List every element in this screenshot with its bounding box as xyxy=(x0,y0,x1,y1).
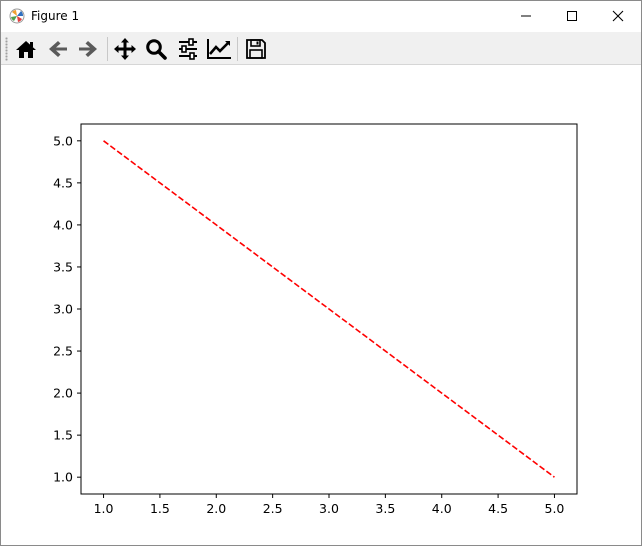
close-button[interactable] xyxy=(595,1,641,31)
edit-axis-icon xyxy=(207,39,231,59)
x-tick-label: 3.0 xyxy=(319,501,339,516)
figure-canvas[interactable]: 1.0 1.5 2.0 2.5 3.0 3.5 4.0 4.5 5.0 1.0 1.5 2.0 2.5 3… xyxy=(1,65,641,545)
x-tick-label: 3.5 xyxy=(375,501,395,516)
back-button[interactable] xyxy=(44,35,72,63)
title-bar[interactable]: Figure 1 xyxy=(1,1,641,31)
line-chart: 1.0 1.5 2.0 2.5 3.0 3.5 4.0 4.5 5.0 1.0 1.5 2.0 2.5 3… xyxy=(53,123,578,516)
y-tick-label: 1.5 xyxy=(53,428,73,443)
x-tick-label: 1.5 xyxy=(150,501,170,516)
y-tick-label: 4.0 xyxy=(53,217,73,232)
home-button[interactable] xyxy=(12,35,40,63)
toolbar-separator xyxy=(237,37,238,61)
x-tick-label: 2.5 xyxy=(263,501,283,516)
save-button[interactable] xyxy=(242,35,270,63)
y-tick-label: 4.5 xyxy=(53,175,73,190)
edit-axis-button[interactable] xyxy=(205,35,233,63)
toolbar-grip-handle[interactable] xyxy=(5,37,8,61)
y-tick-label: 2.5 xyxy=(53,344,73,359)
x-tick-label: 4.0 xyxy=(432,501,452,516)
y-tick-label: 1.0 xyxy=(53,470,73,485)
home-icon xyxy=(16,41,36,58)
x-tick-label: 1.0 xyxy=(94,501,114,516)
save-icon xyxy=(246,39,266,59)
pan-button[interactable] xyxy=(111,35,139,63)
x-tick-label: 5.0 xyxy=(545,501,565,516)
window-title: Figure 1 xyxy=(31,9,80,23)
pan-icon xyxy=(114,38,136,60)
y-tick-label: 5.0 xyxy=(53,133,73,148)
x-tick-label: 2.0 xyxy=(206,501,226,516)
maximize-button[interactable] xyxy=(549,1,595,31)
matplotlib-logo-icon xyxy=(9,8,25,24)
close-icon xyxy=(612,10,624,22)
zoom-button[interactable] xyxy=(142,35,170,63)
x-tick-label: 4.5 xyxy=(488,501,508,516)
zoom-icon xyxy=(146,39,167,60)
figure-window: Figure 1 1.0 1.5 2.0 2.5 3.0 3.5 4.0 4.5… xyxy=(0,0,642,546)
y-tick-label: 2.0 xyxy=(53,386,73,401)
configure-subplots-icon xyxy=(179,38,197,60)
y-tick-label: 3.5 xyxy=(53,259,73,274)
y-tick-label: 3.0 xyxy=(53,302,73,317)
back-arrow-icon xyxy=(49,41,67,57)
minimize-button[interactable] xyxy=(503,1,549,31)
forward-arrow-icon xyxy=(79,41,97,57)
navigation-toolbar xyxy=(1,32,641,65)
configure-subplots-button[interactable] xyxy=(174,35,202,63)
forward-button[interactable] xyxy=(74,35,102,63)
toolbar-separator xyxy=(107,37,108,61)
maximize-icon xyxy=(567,11,577,21)
minimize-icon xyxy=(521,15,531,17)
